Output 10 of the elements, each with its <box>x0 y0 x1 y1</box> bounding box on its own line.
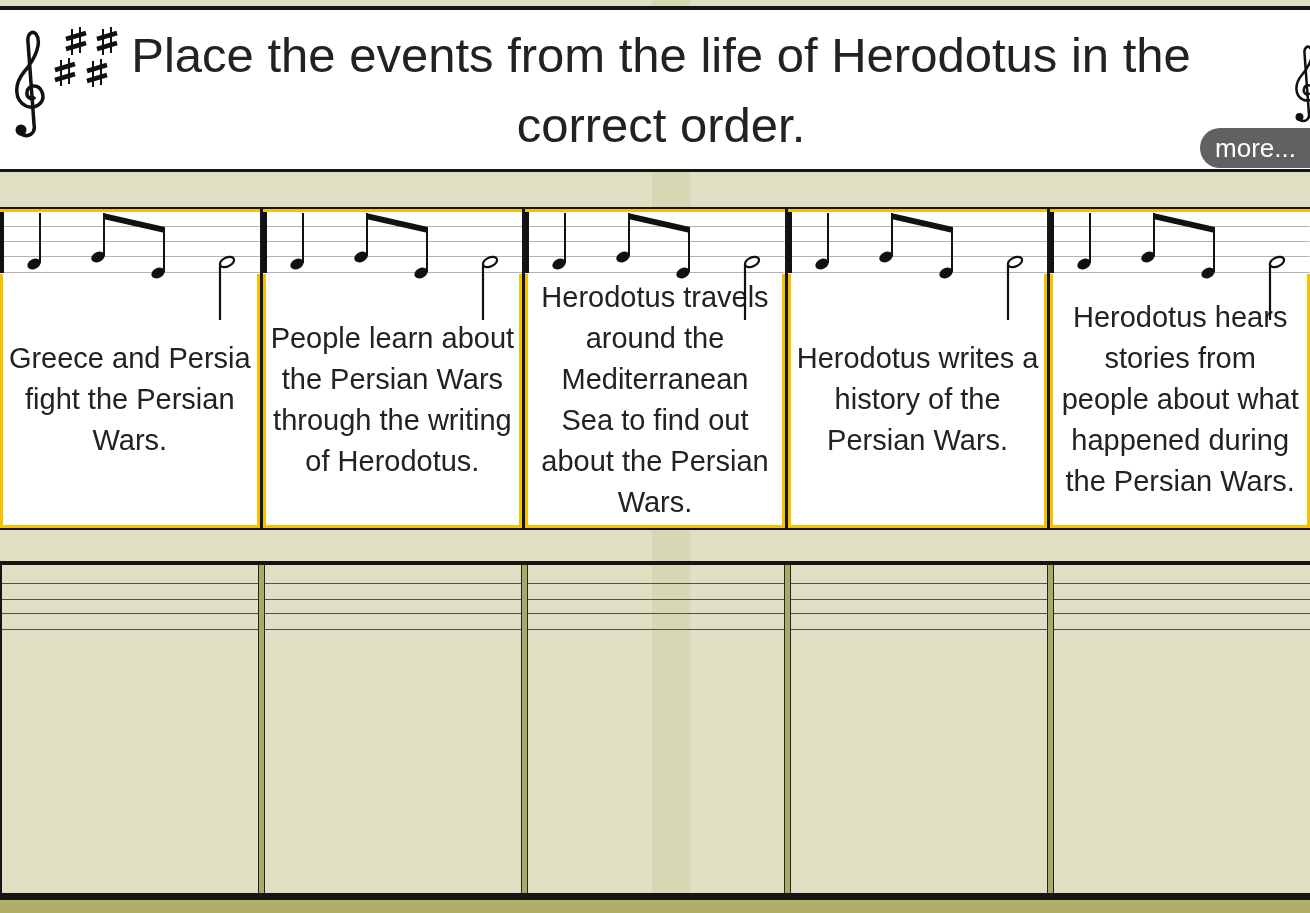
event-card[interactable]: Herodotus writes a history of the Persian Wars. <box>787 209 1048 528</box>
event-text: People learn about the Persian Wars through the writing of Herodotus. <box>269 320 515 479</box>
event-text: Herodotus writes a history of the Persian Wars. <box>795 341 1040 458</box>
event-card[interactable]: People learn about the Persian Wars through the writing of Herodotus. <box>262 209 523 528</box>
event-text: Herodotus hears stories from people about what happened during the Persian Wars. <box>1060 300 1300 499</box>
more-button[interactable]: more... <box>1200 128 1310 168</box>
event-text: Greece and Persia fight the Persian Wars. <box>7 341 252 458</box>
event-card[interactable]: Greece and Persia fight the Persian Wars. <box>0 209 260 528</box>
event-card[interactable]: Herodotus hears stories from people about what happened during the Persian Wars. <box>1050 209 1310 528</box>
question-text: Place the events from the life of Herodotus in the correct order. <box>130 26 1192 154</box>
